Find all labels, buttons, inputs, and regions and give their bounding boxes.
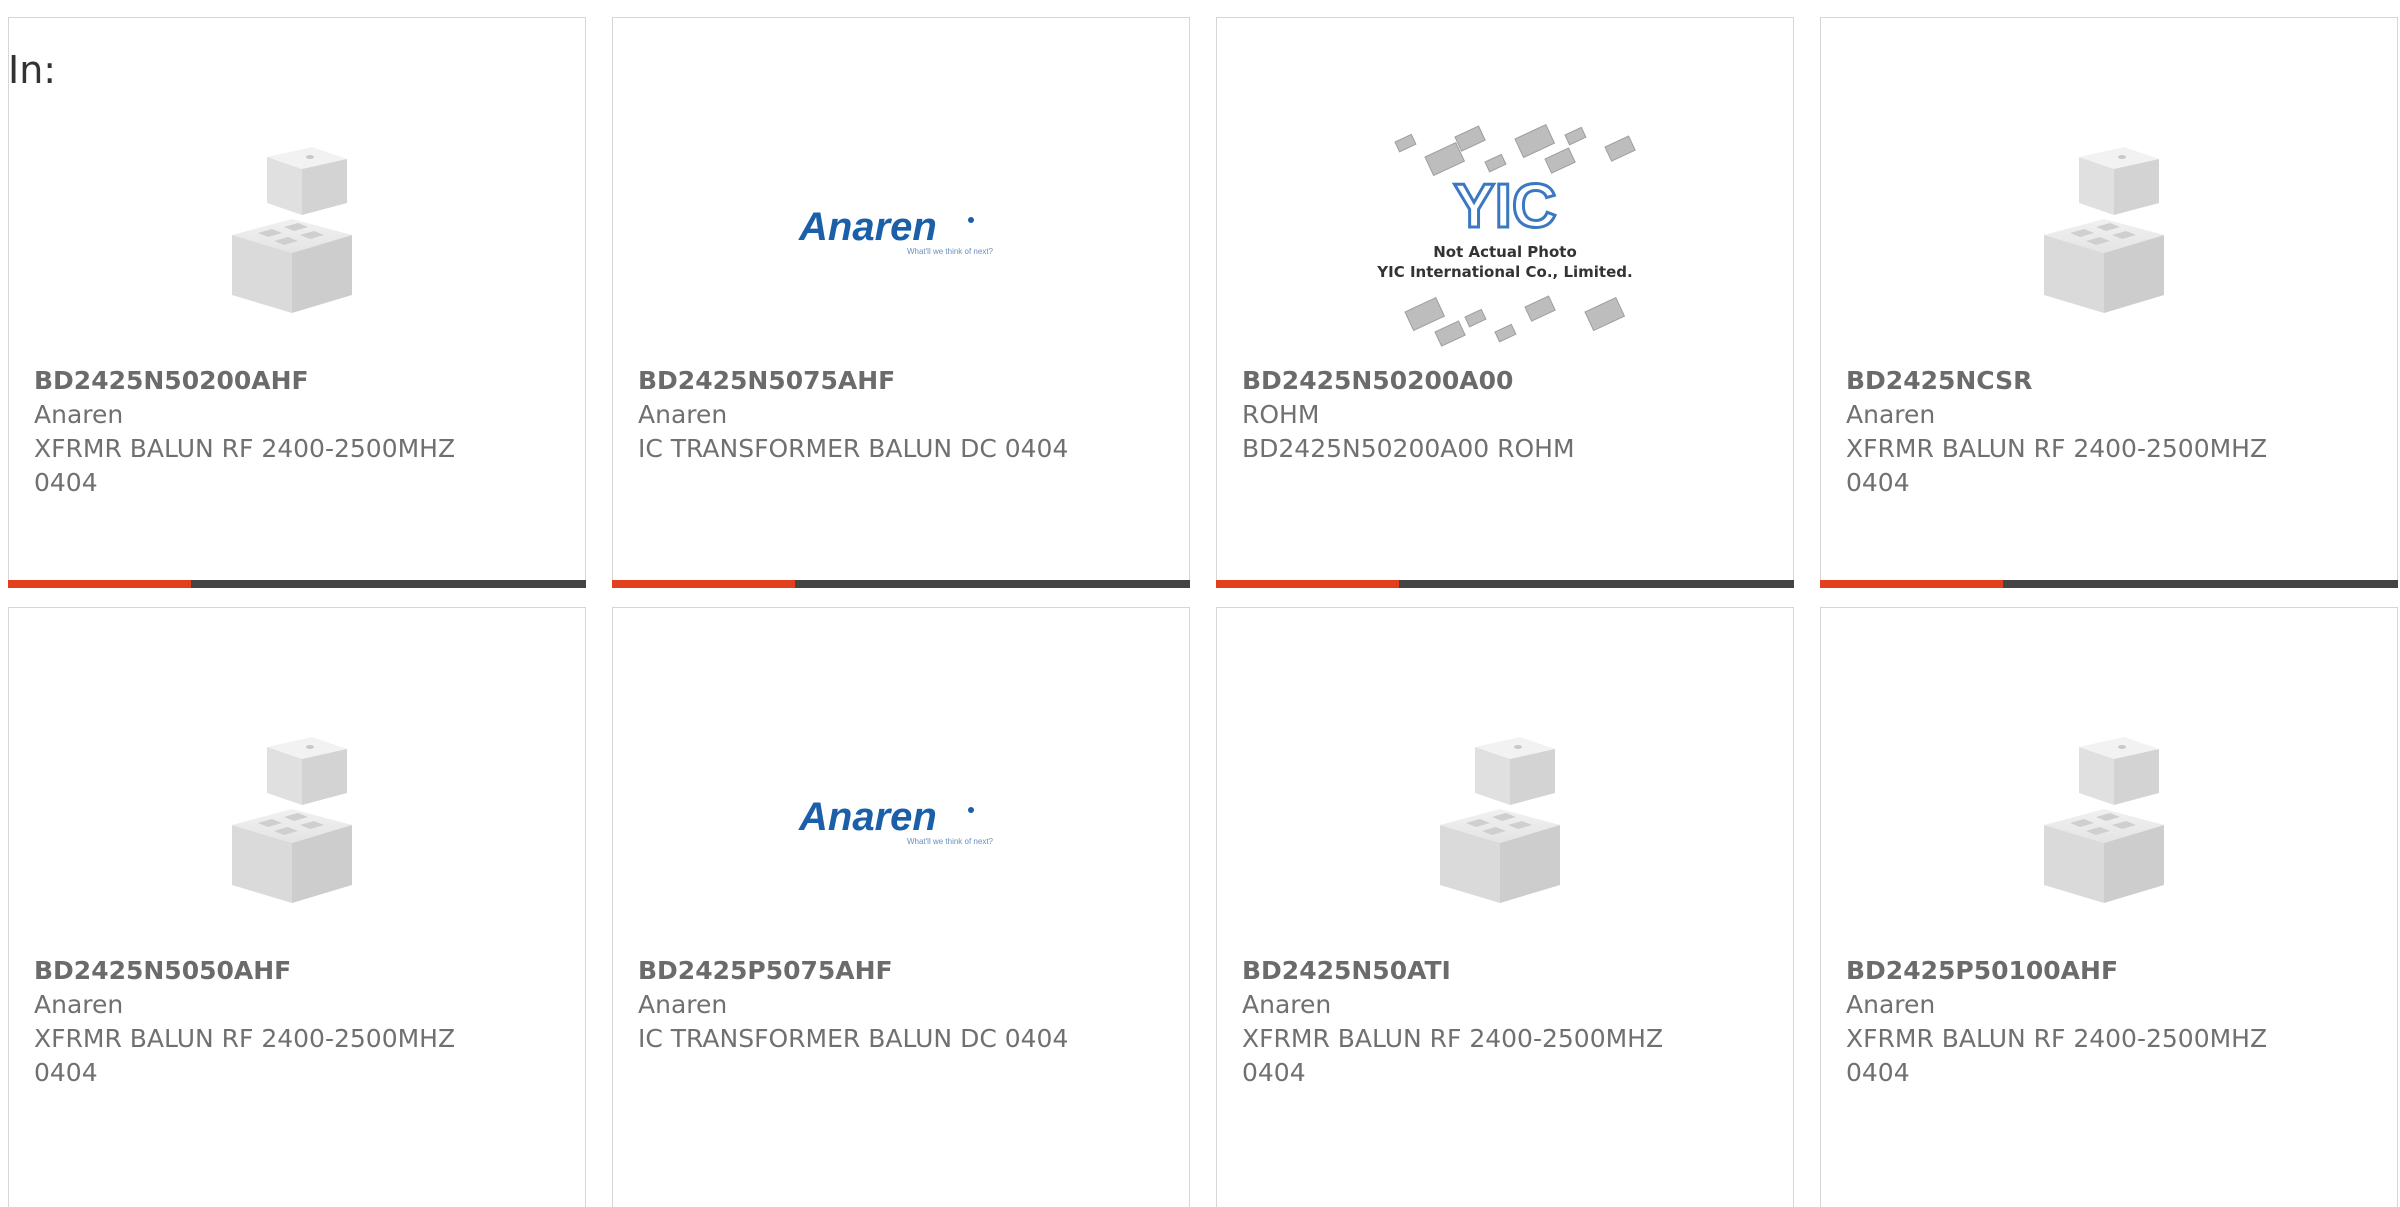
product-card[interactable]: BD2425N50ATI Anaren XFRMR BALUN RF 2400-25… xyxy=(1216,607,1794,1207)
logo-name: Anaren xyxy=(798,795,937,839)
product-image[interactable]: Anaren What'll we think of next? xyxy=(613,94,1189,369)
description: XFRMR BALUN RF 2400-2500MHZ 0404 xyxy=(34,1024,456,1087)
manufacturer: Anaren xyxy=(34,990,124,1019)
description: IC TRANSFORMER BALUN DC 0404 xyxy=(638,1024,1069,1053)
anaren-logo-icon: AnarenWhat'll we think of next? xyxy=(798,205,994,256)
anaren-logo-icon: AnarenWhat'll we think of next? xyxy=(798,795,994,846)
part-number-link[interactable]: BD2425N50200AHF xyxy=(34,364,565,398)
card-hover-bar xyxy=(1820,580,2398,588)
logo-tagline: What'll we think of next? xyxy=(907,837,994,846)
product-info: BD2425N5050AHF Anaren XFRMR BALUN RF 2400-… xyxy=(34,954,565,1090)
part-number-link[interactable]: BD2425N50ATI xyxy=(1242,954,1773,988)
card-accent-bar xyxy=(1216,580,1399,588)
product-image[interactable] xyxy=(1821,94,2397,369)
generic-chip-icon xyxy=(1440,736,1560,903)
product-image[interactable]: Anaren What'll we think of next? xyxy=(613,684,1189,959)
manufacturer: Anaren xyxy=(1846,990,1936,1019)
generic-chip-icon xyxy=(2044,146,2164,313)
part-number-link[interactable]: BD2425P50100AHF xyxy=(1846,954,2377,988)
part-number-link[interactable]: BD2425P5075AHF xyxy=(638,954,1169,988)
product-image[interactable] xyxy=(1821,684,2397,959)
part-number-link[interactable]: BD2425N5075AHF xyxy=(638,364,1169,398)
manufacturer: Anaren xyxy=(34,400,124,429)
product-info: BD2425NCSR Anaren XFRMR BALUN RF 2400-2500… xyxy=(1846,364,2377,500)
yic-logo: YIC xyxy=(1453,172,1556,241)
generic-chip-icon xyxy=(232,146,352,313)
generic-chip-icon xyxy=(232,736,352,903)
logo-name: Anaren xyxy=(798,205,937,249)
product-info: BD2425N50200AHF Anaren XFRMR BALUN RF 2400… xyxy=(34,364,565,500)
card-hover-bar xyxy=(1216,580,1794,588)
product-info: BD2425P50100AHF Anaren XFRMR BALUN RF 2400… xyxy=(1846,954,2377,1090)
card-hover-bar xyxy=(8,580,586,588)
manufacturer: Anaren xyxy=(1846,400,1936,429)
placeholder-line1: Not Actual Photo xyxy=(1433,243,1577,261)
card-accent-bar xyxy=(1820,580,2003,588)
product-info: BD2425N50ATI Anaren XFRMR BALUN RF 2400-25… xyxy=(1242,954,1773,1090)
product-card[interactable]: BD2425N50200AHF Anaren XFRMR BALUN RF 2400… xyxy=(8,17,586,588)
product-card[interactable]: BD2425N5050AHF Anaren XFRMR BALUN RF 2400-… xyxy=(8,607,586,1207)
description: XFRMR BALUN RF 2400-2500MHZ 0404 xyxy=(1846,1024,2268,1087)
product-image[interactable]: YIC Not Actual Photo YIC International Co.… xyxy=(1217,94,1793,369)
manufacturer: Anaren xyxy=(638,990,728,1019)
part-number-link[interactable]: BD2425N5050AHF xyxy=(34,954,565,988)
description: XFRMR BALUN RF 2400-2500MHZ 0404 xyxy=(1846,434,2268,497)
manufacturer: Anaren xyxy=(1242,990,1332,1019)
description: BD2425N50200A00 ROHM xyxy=(1242,434,1575,463)
logo-tagline: What'll we think of next? xyxy=(907,247,994,256)
product-image[interactable] xyxy=(9,684,585,959)
description: IC TRANSFORMER BALUN DC 0404 xyxy=(638,434,1069,463)
description: XFRMR BALUN RF 2400-2500MHZ 0404 xyxy=(34,434,456,497)
product-card[interactable]: Anaren What'll we think of next? BD2425P50… xyxy=(612,607,1190,1207)
yic-placeholder-icon: YIC Not Actual Photo YIC International Co.… xyxy=(1376,123,1636,347)
description: XFRMR BALUN RF 2400-2500MHZ 0404 xyxy=(1242,1024,1664,1087)
product-card[interactable]: Anaren What'll we think of next? BD2425N50… xyxy=(612,17,1190,588)
card-accent-bar xyxy=(8,580,191,588)
product-info: BD2425P5075AHF Anaren IC TRANSFORMER BALUN… xyxy=(638,954,1169,1056)
product-info: BD2425N50200A00 ROHM BD2425N50200A00 ROHM xyxy=(1242,364,1773,466)
generic-chip-icon xyxy=(2044,736,2164,903)
product-info: BD2425N5075AHF Anaren IC TRANSFORMER BALUN… xyxy=(638,364,1169,466)
product-card[interactable]: BD2425NCSR Anaren XFRMR BALUN RF 2400-2500… xyxy=(1820,17,2398,588)
filter-label: In: xyxy=(8,48,57,92)
product-card[interactable]: BD2425P50100AHF Anaren XFRMR BALUN RF 2400… xyxy=(1820,607,2398,1207)
card-accent-bar xyxy=(612,580,795,588)
card-hover-bar xyxy=(612,580,1190,588)
placeholder-line2: YIC International Co., Limited. xyxy=(1376,263,1632,281)
product-image[interactable] xyxy=(1217,684,1793,959)
manufacturer: ROHM xyxy=(1242,400,1320,429)
product-image[interactable] xyxy=(9,94,585,369)
part-number-link[interactable]: BD2425NCSR xyxy=(1846,364,2377,398)
manufacturer: Anaren xyxy=(638,400,728,429)
part-number-link[interactable]: BD2425N50200A00 xyxy=(1242,364,1773,398)
product-card[interactable]: YIC Not Actual Photo YIC International Co.… xyxy=(1216,17,1794,588)
